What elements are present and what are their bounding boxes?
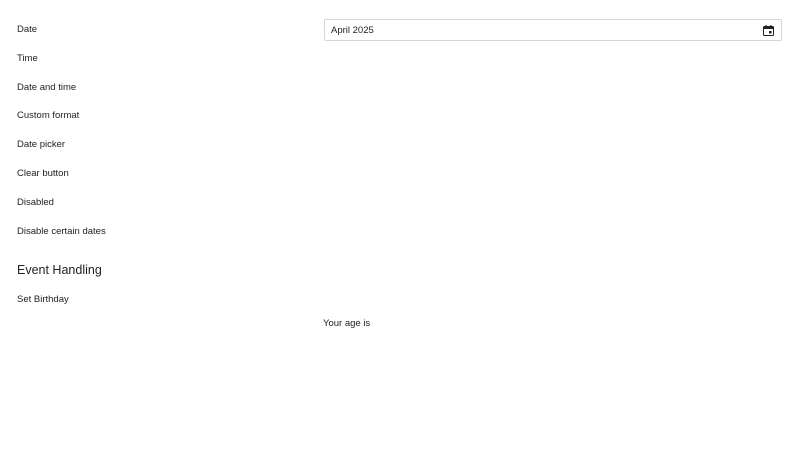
row-label-set-birthday: Set Birthday — [17, 294, 69, 305]
event-handling-heading: Event Handling — [17, 263, 102, 277]
row-label-date-and-time: Date and time — [17, 82, 77, 93]
row-label-date: Date — [17, 24, 38, 35]
row-label-date-picker: Date picker — [17, 139, 66, 150]
row-label-disable-certain-dates: Disable certain dates — [17, 226, 106, 237]
date-input[interactable]: April 2025 — [324, 19, 782, 41]
row-label-custom-format: Custom format — [17, 110, 80, 121]
row-label-clear-button: Clear button — [17, 168, 69, 179]
calendar-icon[interactable] — [757, 20, 779, 40]
row-label-disabled: Disabled — [17, 197, 54, 208]
age-text: Your age is — [323, 318, 371, 329]
row-label-time: Time — [17, 53, 38, 64]
date-input-value: April 2025 — [331, 24, 374, 36]
page: Date Time Date and time Custom format Da… — [0, 0, 800, 450]
